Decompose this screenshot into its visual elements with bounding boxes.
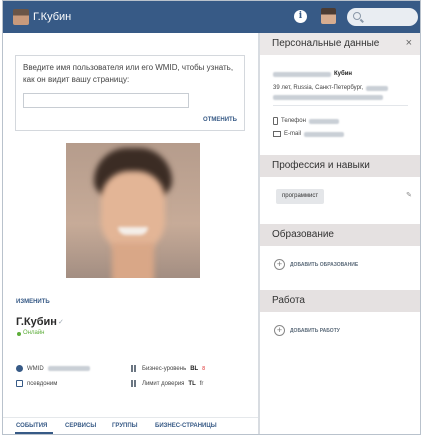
separator bbox=[273, 105, 408, 106]
surname: Кубин bbox=[334, 71, 353, 77]
wmid-input[interactable] bbox=[23, 93, 189, 108]
search-box[interactable] bbox=[347, 8, 418, 26]
email-label: E-mail bbox=[284, 131, 302, 137]
tab-groups[interactable]: ГРУППЫ bbox=[112, 423, 138, 429]
full-name-hidden bbox=[273, 71, 331, 77]
cancel-link[interactable]: ОТМЕНИТЬ bbox=[203, 117, 237, 123]
plus-icon: + bbox=[274, 325, 285, 336]
location-line: 39 лет, Russia, Санкт-Петербург, bbox=[273, 85, 389, 91]
shield-icon bbox=[16, 380, 23, 387]
online-status: Онлайн bbox=[23, 330, 45, 336]
add-education-label: ДОБАВИТЬ ОБРАЗОВАНИЕ bbox=[290, 261, 359, 268]
pseudonym-label: псевдоним bbox=[27, 380, 58, 387]
trust-limit-badge: fr bbox=[199, 380, 204, 387]
email-hidden bbox=[304, 131, 345, 137]
add-education-button[interactable]: + ДОБАВИТЬ ОБРАЗОВАНИЕ bbox=[274, 259, 358, 270]
address-hidden bbox=[273, 95, 383, 100]
email-row: E-mail bbox=[273, 131, 345, 137]
section-skills-title: Профессия и навыки bbox=[272, 160, 370, 171]
add-work-label: ДОБАВИТЬ РАБОТУ bbox=[290, 327, 340, 334]
section-education-header: Образование bbox=[260, 224, 420, 246]
search-input[interactable] bbox=[363, 10, 415, 24]
wmid-row: WMID bbox=[16, 365, 90, 372]
app-window: Г.Кубин i Введите имя пользователя или е… bbox=[2, 0, 421, 435]
user-avatar[interactable] bbox=[13, 9, 29, 25]
active-tab-indicator bbox=[15, 432, 53, 434]
pseudonym-row: псевдоним bbox=[16, 380, 57, 387]
bar-chart-icon bbox=[131, 380, 138, 387]
section-education-title: Образование bbox=[272, 229, 334, 240]
location-line-2 bbox=[273, 95, 383, 100]
business-level-badge: 8 bbox=[202, 365, 205, 372]
tab-business-pages[interactable]: БИЗНЕС-СТРАНИЦЫ bbox=[155, 423, 217, 429]
view-as-box: Введите имя пользователя или его WMID, ч… bbox=[15, 55, 245, 131]
info-panel: Персональные данные × Кубин 39 лет, Russ… bbox=[260, 33, 420, 434]
section-personal-header: Персональные данные × bbox=[260, 33, 420, 55]
info-icon[interactable]: i bbox=[294, 10, 307, 23]
phone-label: Телефон bbox=[281, 118, 306, 124]
bar-chart-icon bbox=[131, 365, 138, 372]
close-icon[interactable]: × bbox=[406, 37, 412, 49]
location-text: 39 лет, Russia, Санкт-Петербург, bbox=[273, 85, 364, 91]
business-level-value: BL bbox=[190, 365, 199, 372]
phone-hidden bbox=[308, 118, 339, 124]
wmid-value-hidden bbox=[47, 366, 90, 371]
section-work-title: Работа bbox=[272, 295, 305, 306]
profile-photo[interactable] bbox=[66, 143, 200, 278]
plus-icon: + bbox=[274, 259, 285, 270]
account-avatar[interactable] bbox=[321, 8, 336, 24]
phone-row: Телефон bbox=[273, 117, 339, 125]
skill-tag[interactable]: программист bbox=[276, 189, 325, 204]
full-name: Кубин bbox=[273, 71, 352, 77]
trust-limit-value: TL bbox=[188, 380, 196, 387]
business-level-row[interactable]: Бизнес-уровень BL 8 bbox=[131, 365, 205, 372]
business-level-label: Бизнес-уровень bbox=[142, 365, 187, 372]
tab-services[interactable]: СЕРВИСЫ bbox=[65, 423, 96, 429]
trust-limit-label: Лимит доверия bbox=[142, 380, 185, 387]
wmid-label: WMID bbox=[27, 365, 44, 372]
change-photo-link[interactable]: ИЗМЕНИТЬ bbox=[16, 299, 50, 305]
search-icon bbox=[353, 12, 361, 20]
location-hidden bbox=[366, 85, 389, 91]
add-work-button[interactable]: + ДОБАВИТЬ РАБОТУ bbox=[274, 325, 340, 336]
edit-skills-icon[interactable]: ✎ bbox=[406, 191, 412, 199]
tab-events[interactable]: СОБЫТИЯ bbox=[16, 423, 47, 429]
verified-check-icon: ✓ bbox=[58, 319, 64, 326]
section-skills-header: Профессия и навыки bbox=[260, 155, 420, 177]
section-work-header: Работа bbox=[260, 290, 420, 312]
top-bar: Г.Кубин i bbox=[3, 1, 420, 33]
profile-tabs: СОБЫТИЯ СЕРВИСЫ ГРУППЫ БИЗНЕС-СТРАНИЦЫ bbox=[3, 417, 258, 434]
online-status-dot bbox=[17, 332, 21, 336]
section-personal-title: Персональные данные bbox=[272, 38, 380, 49]
globe-icon bbox=[16, 365, 23, 372]
top-user-name[interactable]: Г.Кубин bbox=[33, 11, 71, 23]
view-as-prompt: Введите имя пользователя или его WMID, ч… bbox=[23, 63, 234, 84]
phone-icon bbox=[273, 117, 278, 125]
mail-icon bbox=[273, 131, 281, 137]
profile-name: Г.Кубин bbox=[16, 316, 57, 328]
trust-limit-row[interactable]: Лимит доверия TL fr bbox=[131, 380, 203, 387]
profile-column: Введите имя пользователя или его WMID, ч… bbox=[3, 33, 258, 434]
